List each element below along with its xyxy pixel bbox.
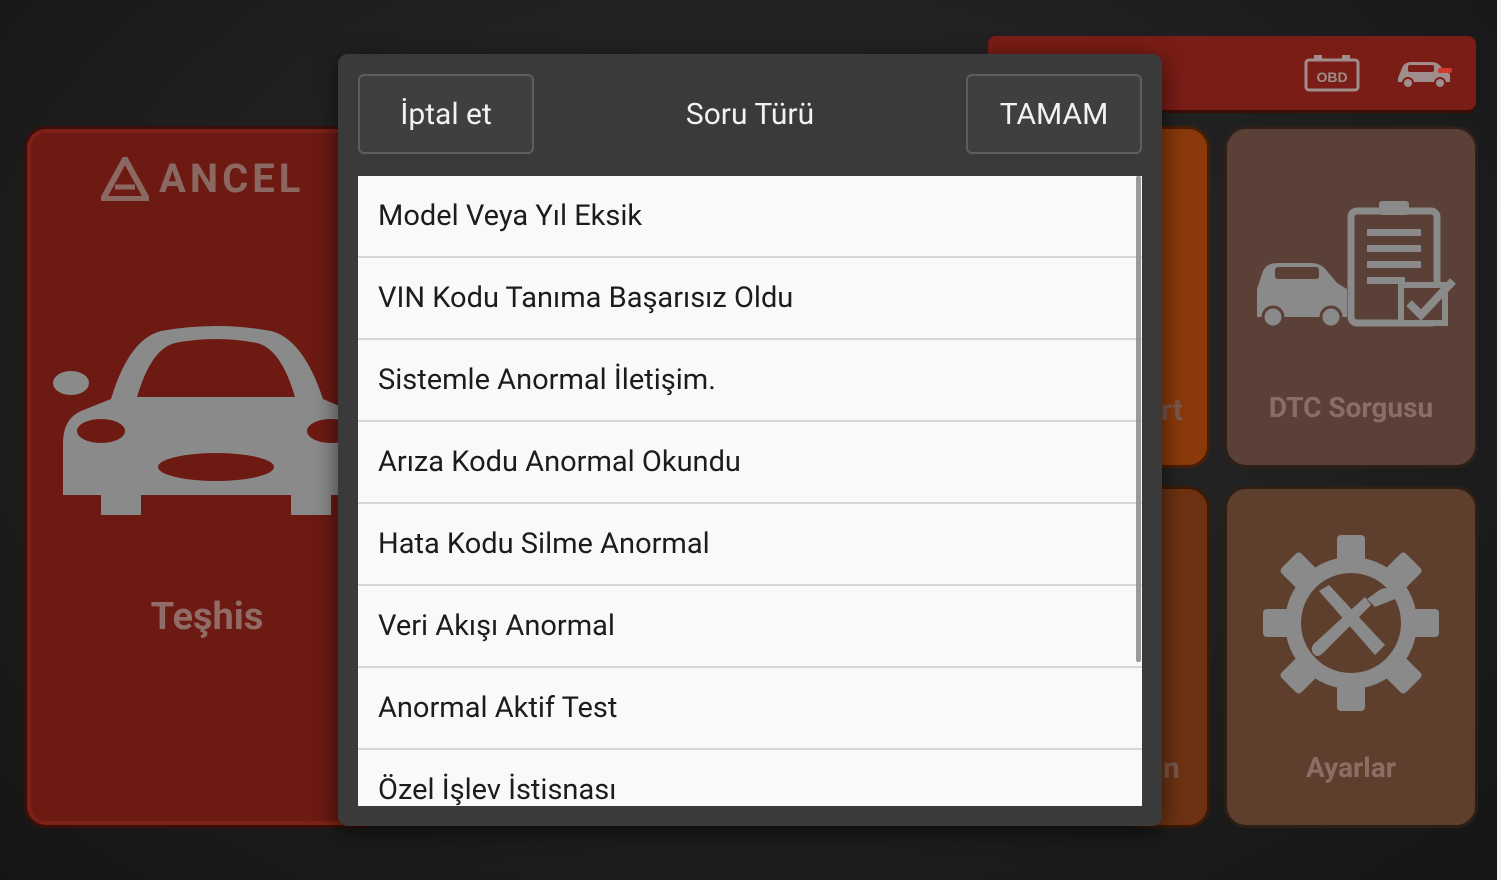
home-screen: 740 OBD ANCEL (0, 0, 1501, 880)
list-item[interactable]: Hata Kodu Silme Anormal (358, 504, 1142, 586)
list-item[interactable]: Özel İşlev İstisnası (358, 750, 1142, 806)
list-item[interactable]: Anormal Aktif Test (358, 668, 1142, 750)
diagnosis-label: Teşhis (150, 595, 264, 639)
frame-edge (1497, 0, 1501, 880)
list-item[interactable]: Arıza Kodu Anormal Okundu (358, 422, 1142, 504)
car-status-icon (1398, 62, 1452, 89)
dialog-title: Soru Türü (685, 96, 815, 132)
function-tile-label: n (1163, 751, 1180, 786)
ancel-logo-icon (101, 156, 149, 201)
settings-label: Ayarlar (1306, 751, 1396, 784)
list-item[interactable]: Model Veya Yıl Eksik (358, 176, 1142, 258)
list-item[interactable]: Veri Akışı Anormal (358, 586, 1142, 668)
question-type-list[interactable]: Model Veya Yıl Eksik VIN Kodu Tanıma Baş… (358, 176, 1142, 806)
report-tile-label: rt (1161, 393, 1183, 428)
brand-name: ANCEL (159, 155, 305, 202)
brand-logo: ANCEL (101, 155, 304, 202)
dtc-clipboard-icon (1257, 201, 1456, 329)
gear-wrench-icon (1263, 535, 1439, 711)
settings-tile[interactable]: Ayarlar (1224, 486, 1478, 828)
obd-label: OBD (1316, 69, 1347, 85)
obd-icon: OBD (1304, 55, 1360, 92)
dtc-lookup-tile[interactable]: DTC Sorgusu (1224, 126, 1478, 468)
car-icon (53, 326, 379, 515)
question-type-dialog: İptal et Soru Türü TAMAM Model Veya Yıl … (338, 54, 1162, 826)
list-item[interactable]: Sistemle Anormal İletişim. (358, 340, 1142, 422)
diagnosis-tile[interactable]: ANCEL Teşhis (24, 126, 384, 828)
cancel-button[interactable]: İptal et (358, 74, 534, 154)
ok-button[interactable]: TAMAM (966, 74, 1142, 154)
list-item[interactable]: VIN Kodu Tanıma Başarısız Oldu (358, 258, 1142, 340)
list-scrollbar[interactable] (1136, 176, 1141, 662)
dtc-lookup-label: DTC Sorgusu (1268, 391, 1434, 424)
